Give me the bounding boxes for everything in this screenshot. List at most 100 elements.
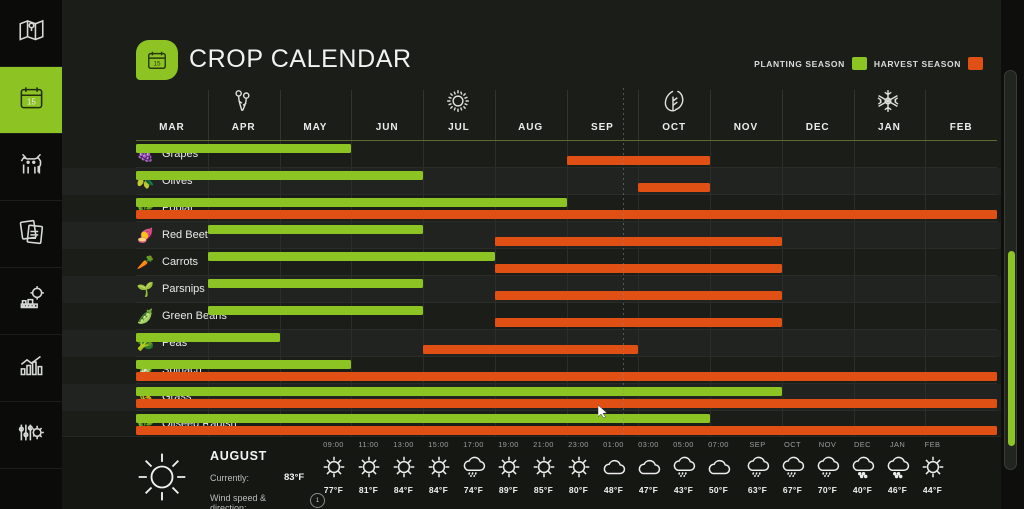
planting-bar[interactable]: [136, 360, 352, 369]
forecast-temp: 50°F: [708, 485, 729, 495]
forecast-column[interactable]: SEP 63°F: [740, 440, 775, 495]
forecast-column[interactable]: FEB 44°F: [915, 440, 950, 495]
harvest-bar[interactable]: [494, 264, 782, 273]
crop-row[interactable]: 🌿 Poplar: [62, 195, 1001, 222]
sidebar-item-calendar[interactable]: 15: [0, 67, 65, 134]
month-header-oct[interactable]: OCT: [638, 116, 710, 140]
snow-icon: [845, 449, 880, 485]
forecast-temp: 77°F: [323, 485, 344, 495]
forecast-column[interactable]: 07:00 50°F: [701, 440, 736, 495]
crop-row[interactable]: 🫒 Olives: [62, 168, 1001, 195]
forecast-time: 05:00: [673, 440, 694, 449]
planting-bar[interactable]: [136, 387, 782, 396]
crop-row[interactable]: 🥕 Carrots: [62, 249, 1001, 276]
crop-row[interactable]: 🍇 Grapes: [62, 141, 1001, 168]
snow-icon: [880, 449, 915, 485]
sidebar-item-map[interactable]: [0, 0, 62, 67]
planting-bar[interactable]: [136, 144, 352, 153]
harvest-bar[interactable]: [566, 156, 710, 165]
sidebar-item-statistics[interactable]: [0, 335, 62, 402]
planting-bar[interactable]: [207, 225, 423, 234]
harvest-bar[interactable]: [136, 426, 997, 435]
forecast-time: 23:00: [568, 440, 589, 449]
forecast-column[interactable]: 11:00 81°F: [351, 440, 386, 495]
forecast-column[interactable]: DEC 40°F: [845, 440, 880, 495]
forecast-temp: 74°F: [463, 485, 484, 495]
crop-row[interactable]: 🫛 Green Beans: [62, 303, 1001, 330]
forecast-time: SEP: [749, 440, 766, 449]
crop-row[interactable]: 🍠 Red Beet: [62, 222, 1001, 249]
forecast-column[interactable]: OCT 67°F: [775, 440, 810, 495]
crop-bars: [136, 141, 997, 168]
crop-row[interactable]: 🌱 Parsnips: [62, 276, 1001, 303]
grid-line: [710, 330, 711, 357]
month-header-aug[interactable]: AUG: [495, 116, 567, 140]
harvest-bar[interactable]: [136, 372, 997, 381]
forecast-temp: 80°F: [568, 485, 589, 495]
sidebar-item-settings[interactable]: [0, 402, 62, 469]
forecast-column[interactable]: 09:00 77°F: [316, 440, 351, 495]
month-header-apr[interactable]: APR: [208, 116, 280, 140]
crop-row[interactable]: 🌾 Grass: [62, 384, 1001, 411]
forecast-column[interactable]: 03:00 47°F: [631, 440, 666, 495]
grid-line: [781, 303, 783, 330]
month-header-dec[interactable]: DEC: [782, 116, 854, 140]
crop-row[interactable]: 🥬 Spinach: [62, 357, 1001, 384]
grid-line: [781, 222, 783, 249]
forecast-time: DEC: [853, 440, 872, 449]
currently-label: Currently:: [210, 473, 250, 483]
forecast-column[interactable]: 05:00 43°F: [666, 440, 701, 495]
sidebar-item-production[interactable]: [0, 268, 62, 335]
forecast-column[interactable]: 13:00 84°F: [386, 440, 421, 495]
forecast-time: 15:00: [428, 440, 449, 449]
planting-bar[interactable]: [207, 252, 495, 261]
planting-bar[interactable]: [136, 333, 280, 342]
harvest-bar[interactable]: [423, 345, 639, 354]
planting-bar[interactable]: [136, 171, 423, 180]
forecast-column[interactable]: NOV 70°F: [810, 440, 845, 495]
month-header-jun[interactable]: JUN: [351, 116, 423, 140]
crop-bars: [136, 303, 997, 330]
forecast-time: FEB: [924, 440, 941, 449]
crop-row[interactable]: 🥦 Peas: [62, 330, 1001, 357]
month-header-feb[interactable]: FEB: [925, 116, 997, 140]
crop-bars: [136, 384, 997, 411]
harvest-bar[interactable]: [494, 318, 782, 327]
planting-bar[interactable]: [207, 306, 423, 315]
planting-bar[interactable]: [207, 279, 423, 288]
vertical-scrollbar[interactable]: [1004, 70, 1017, 470]
sidebar-item-animals[interactable]: [0, 134, 62, 201]
harvest-bar[interactable]: [494, 237, 782, 246]
forecast-column[interactable]: 19:00 89°F: [491, 440, 526, 495]
harvest-bar[interactable]: [494, 291, 782, 300]
crop-bars: [136, 357, 997, 384]
planting-bar[interactable]: [136, 198, 567, 207]
month-divider: [566, 90, 568, 142]
forecast-column[interactable]: 01:00 48°F: [596, 440, 631, 495]
grid-line: [781, 276, 783, 303]
month-header-jan[interactable]: JAN: [854, 116, 926, 140]
calendar-icon: 15: [18, 84, 45, 116]
forecast-column[interactable]: 21:00 85°F: [526, 440, 561, 495]
calendar-15-icon: 15: [136, 40, 178, 80]
sidebar-item-contracts[interactable]: [0, 201, 62, 268]
forecast-temp: 84°F: [428, 485, 449, 495]
forecast-column[interactable]: JAN 46°F: [880, 440, 915, 495]
forecast-time: 17:00: [463, 440, 484, 449]
grid-line: [853, 249, 855, 276]
crop-row[interactable]: 🌿 Oilseed Radish: [62, 411, 1001, 438]
grid-line: [853, 168, 855, 195]
month-header-jul[interactable]: JUL: [423, 116, 495, 140]
scrollbar-thumb[interactable]: [1008, 251, 1015, 446]
month-header-mar[interactable]: MAR: [136, 116, 208, 140]
month-divider: [351, 90, 353, 142]
month-header-sep[interactable]: SEP: [567, 116, 639, 140]
month-header-may[interactable]: MAY: [280, 116, 352, 140]
harvest-bar[interactable]: [638, 183, 710, 192]
harvest-bar[interactable]: [136, 399, 997, 408]
harvest-bar[interactable]: [136, 210, 997, 219]
month-header-nov[interactable]: NOV: [710, 116, 782, 140]
forecast-column[interactable]: 23:00 80°F: [561, 440, 596, 495]
forecast-column[interactable]: 15:00 84°F: [421, 440, 456, 495]
forecast-column[interactable]: 17:00 74°F: [456, 440, 491, 495]
